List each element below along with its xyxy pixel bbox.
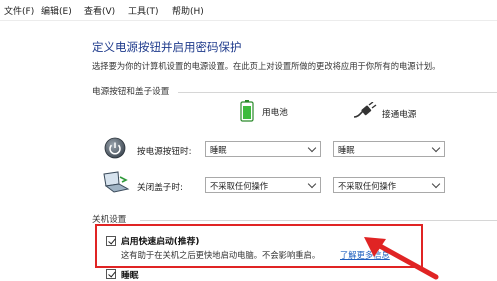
power-button-plugged-select[interactable]: 睡眠	[333, 141, 445, 157]
menu-tools[interactable]: 工具(T)	[128, 4, 159, 17]
power-button-battery-select[interactable]: 睡眠	[205, 141, 321, 157]
chevron-down-icon	[431, 143, 441, 153]
menu-bar: 文件(F) 编辑(E) 查看(V) 工具(T) 帮助(H)	[0, 0, 497, 21]
menu-view[interactable]: 查看(V)	[84, 4, 115, 17]
battery-icon	[240, 100, 254, 125]
sleep-checkbox[interactable]	[106, 269, 116, 279]
page-title: 定义电源按钮并启用密码保护	[92, 40, 242, 54]
lid-row-label: 关闭盖子时:	[137, 183, 183, 193]
sleep-label[interactable]: 睡眠	[121, 268, 139, 281]
page-description: 选择要为你的计算机设置的电源设置。在此页上对设置所做的更改将应用于你所有的电源计…	[92, 61, 441, 71]
chevron-down-icon	[431, 179, 441, 189]
chevron-down-icon	[307, 179, 317, 189]
laptop-lid-icon	[100, 171, 130, 196]
column-battery-label: 用电池	[262, 108, 288, 118]
chevron-down-icon	[307, 143, 317, 153]
checkmark-icon	[107, 269, 116, 278]
shutdown-section-divider	[140, 220, 497, 221]
annotation-arrow-icon	[364, 237, 439, 280]
lid-battery-select[interactable]: 不采取任何操作	[205, 177, 321, 193]
menu-file[interactable]: 文件(F)	[4, 4, 34, 17]
menu-edit[interactable]: 编辑(E)	[41, 4, 72, 17]
power-section-label: 电源按钮和盖子设置	[92, 87, 170, 97]
lid-plugged-select[interactable]: 不采取任何操作	[333, 177, 445, 193]
power-button-row-label: 按电源按钮时:	[137, 147, 192, 157]
column-plugged-label: 接通电源	[382, 110, 417, 120]
power-plug-icon	[352, 101, 378, 123]
power-section-divider	[178, 92, 497, 93]
menu-help[interactable]: 帮助(H)	[172, 4, 204, 17]
power-button-icon	[104, 137, 126, 162]
